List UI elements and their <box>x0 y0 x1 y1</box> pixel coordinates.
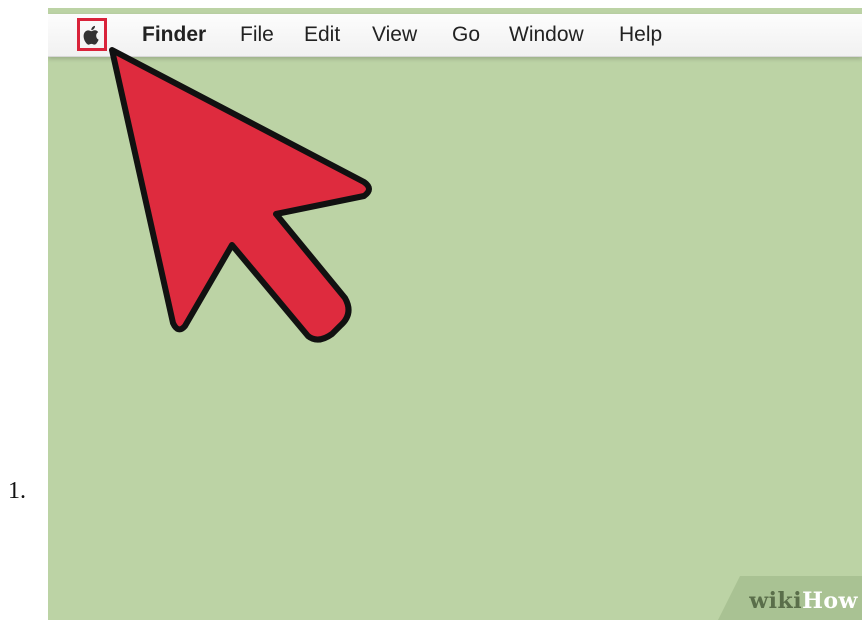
cursor-arrow-icon <box>109 47 372 343</box>
wikihow-watermark: wikiHow <box>712 576 862 620</box>
watermark-how: How <box>802 588 858 614</box>
watermark-wiki: wiki <box>749 588 803 614</box>
step-number: 1. <box>8 478 26 504</box>
mac-desktop-illustration: Finder File Edit View Go Window Help wik… <box>48 8 862 620</box>
